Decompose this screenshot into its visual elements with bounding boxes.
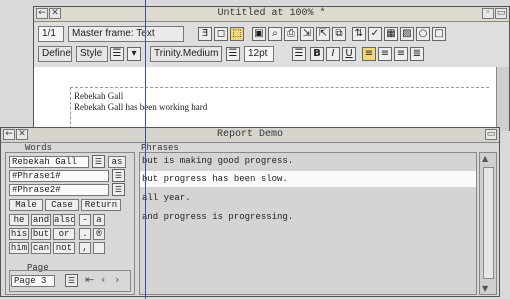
phrase1-field[interactable]: #Phrase1# (9, 170, 109, 182)
male-button[interactable]: Male (9, 199, 43, 211)
editor-iconise-button[interactable]: ◦ (482, 8, 494, 19)
font-size-menu-icon[interactable]: ☰ (292, 47, 306, 61)
report-title: Report Demo (216, 129, 283, 140)
phrase1-menu-icon[interactable]: ☰ (112, 169, 125, 182)
report-titlebar[interactable]: Report Demo (1, 128, 499, 143)
sort-icon[interactable]: ⇅ (352, 27, 366, 41)
phrase-item-4[interactable]: and progress is progressing. (140, 209, 476, 225)
phrases-vertical-scrollbar[interactable]: ▲ ▼ (479, 152, 497, 295)
next-page-icon[interactable]: › (115, 273, 119, 286)
punct-button-blank[interactable] (93, 242, 105, 254)
scroll-thumb[interactable] (483, 167, 494, 279)
underline-button[interactable]: U (342, 47, 356, 61)
style-button[interactable]: Style (76, 46, 108, 62)
editor-title: Untitled at 100% * (217, 8, 326, 19)
phrase2-field[interactable]: #Phrase2# (9, 184, 109, 196)
frame-select-icon[interactable]: ⬚ (230, 27, 244, 41)
word-button-but[interactable]: but (31, 228, 51, 240)
style-pick-icon[interactable]: ▾ (127, 47, 141, 61)
word-button-or[interactable]: or (53, 228, 75, 240)
font-size-field[interactable]: 12pt (244, 46, 274, 62)
word-button-and[interactable]: and (31, 214, 51, 226)
doc-line-2: Rebekah Gall has been working hard (74, 102, 208, 112)
phrase-item-2[interactable]: but progress has been slow. (140, 171, 476, 187)
editor-toggle-size-button[interactable]: ▭ (495, 8, 507, 19)
word-button-can[interactable]: can (31, 242, 51, 254)
shape-rect-icon[interactable]: □ (432, 27, 446, 41)
punct-button-dash[interactable]: - (79, 214, 91, 226)
align-left-icon[interactable]: ≡ (362, 47, 376, 61)
report-back-button[interactable]: ← (3, 129, 15, 140)
picture-icon[interactable]: ▨ (400, 27, 414, 41)
text-caret-line (145, 0, 146, 299)
editor-back-button[interactable]: ← (36, 8, 48, 19)
align-right-icon[interactable]: ≡ (394, 47, 408, 61)
name-field[interactable]: Rebekah Gall (9, 156, 89, 168)
zoom-icon[interactable]: ⌕ (268, 27, 282, 41)
import-icon[interactable]: ⇲ (300, 27, 314, 41)
phrases-list[interactable]: but is making good progress. but progres… (139, 152, 477, 295)
name-menu-icon[interactable]: ☰ (92, 155, 105, 168)
align-center-icon[interactable]: ≡ (378, 47, 392, 61)
phrase-item-3[interactable]: all year. (140, 190, 476, 206)
punct-button-period[interactable]: . (79, 228, 91, 240)
word-button-him[interactable]: him (9, 242, 29, 254)
report-window: Report Demo ← ✕ ▭ Words Rebekah Gall ☰ a… (0, 127, 500, 297)
justify-icon[interactable]: ≣ (410, 47, 424, 61)
font-menu-icon[interactable]: ☰ (226, 47, 240, 61)
report-toggle-size-button[interactable]: ▭ (485, 129, 497, 140)
print-icon[interactable]: ⎙ (284, 27, 298, 41)
export-icon[interactable]: ⇱ (316, 27, 330, 41)
table-icon[interactable]: ▦ (384, 27, 398, 41)
style-menu-icon[interactable]: ☰ (110, 47, 124, 61)
doc-line-1: Rebekah Gall (74, 91, 124, 101)
save-icon[interactable]: ▣ (252, 27, 266, 41)
shape-circle-icon[interactable]: ○ (416, 27, 430, 41)
define-button[interactable]: Define (38, 46, 72, 62)
editor-vertical-scrollbar[interactable] (496, 67, 509, 131)
italic-button[interactable]: I (326, 47, 340, 61)
page-field[interactable]: Page 3 (11, 275, 55, 287)
first-page-icon[interactable]: ⇤ (85, 273, 94, 286)
report-close-button[interactable]: ✕ (16, 129, 28, 140)
scroll-down-icon[interactable]: ▼ (482, 284, 488, 293)
bold-button[interactable]: B (310, 47, 324, 61)
spellcheck-icon[interactable]: ✓ (368, 27, 382, 41)
word-button-he[interactable]: he (9, 214, 29, 226)
page-menu-icon[interactable]: ☰ (65, 274, 78, 287)
word-button-also[interactable]: also (53, 214, 75, 226)
copy-icon[interactable]: ⧉ (332, 27, 346, 41)
font-name-field[interactable]: Trinity.Medium (150, 46, 222, 62)
document-area[interactable]: Rebekah Gall Rebekah Gall has been worki… (34, 67, 497, 134)
as-button[interactable]: as (108, 156, 126, 168)
scroll-up-icon[interactable]: ▲ (482, 154, 488, 163)
editor-titlebar[interactable]: Untitled at 100% * (34, 7, 509, 22)
case-button[interactable]: Case (45, 199, 79, 211)
phrase2-menu-icon[interactable]: ☰ (112, 183, 125, 196)
text-frame-icon[interactable]: Ǝ (198, 27, 212, 41)
editor-close-button[interactable]: ✕ (49, 8, 61, 19)
punct-button-registered[interactable]: ® (93, 228, 105, 240)
return-button[interactable]: Return (81, 199, 121, 211)
master-frame-field[interactable]: Master frame: Text (68, 26, 184, 42)
editor-window: Untitled at 100% * ← ✕ ◦ ▭ 1/1 Master fr… (33, 6, 510, 134)
editor-toolbar: 1/1 Master frame: Text Ǝ ◻ ⬚ ▣ ⌕ ⎙ ⇲ ⇱ ⧉… (34, 22, 509, 66)
word-button-not[interactable]: not (53, 242, 75, 254)
graphic-frame-icon[interactable]: ◻ (214, 27, 228, 41)
prev-page-icon[interactable]: ‹ (101, 273, 105, 286)
word-button-his[interactable]: his (9, 228, 29, 240)
punct-button-comma[interactable]: , (79, 242, 91, 254)
punct-button-a[interactable]: a (93, 214, 105, 226)
phrase-item-1[interactable]: but is making good progress. (140, 153, 476, 169)
page-count-field: 1/1 (38, 26, 64, 42)
